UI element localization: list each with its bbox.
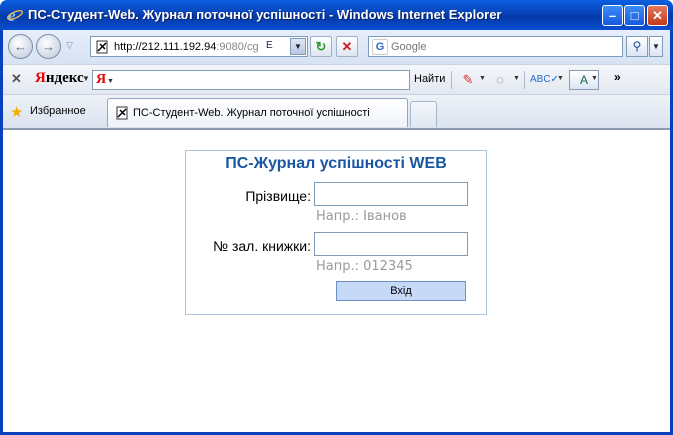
pencil-icon[interactable]: ✎ [459, 71, 477, 89]
recent-pages-chevron-down-icon[interactable]: ▽ [66, 40, 73, 51]
search-options-chevron-down-icon[interactable]: ▼ [649, 36, 663, 57]
page-favicon-icon [96, 40, 108, 54]
record-book-label: № зал. книжки: [213, 238, 311, 254]
google-icon: G [372, 39, 388, 55]
page-favicon-icon [116, 106, 128, 120]
more-tools-icon[interactable]: » [614, 70, 621, 84]
surname-label: Прізвище: [245, 188, 311, 204]
search-button[interactable]: ⚲ [626, 36, 648, 57]
back-button[interactable]: ← [8, 34, 33, 59]
search-box[interactable]: G [368, 36, 623, 57]
page-content: ПС-Журнал успішності WEB Прізвище: Напр.… [3, 128, 670, 432]
toolbar-separator [524, 71, 525, 89]
yandex-ya-icon: Я [96, 72, 107, 87]
search-input[interactable] [391, 39, 619, 54]
internet-explorer-icon: e [6, 6, 24, 24]
login-submit-button[interactable]: Вхід [336, 281, 466, 301]
tab-title: ПС-Студент-Web. Журнал поточної успішнос… [133, 107, 370, 119]
address-url: http://212.111.192.94:9080/cg [114, 41, 259, 53]
login-panel: ПС-Журнал успішності WEB Прізвище: Напр.… [185, 150, 487, 315]
login-title: ПС-Журнал успішності WEB [225, 155, 447, 172]
forward-button[interactable]: → [36, 34, 61, 59]
window-title-bar[interactable]: e ПС-Студент-Web. Журнал поточної успішн… [0, 0, 673, 30]
stop-button[interactable]: ✕ [336, 36, 358, 57]
yandex-logo[interactable]: Яндекс [35, 70, 84, 87]
spellcheck-chevron-down-icon[interactable]: ▼ [557, 75, 564, 82]
surname-input[interactable] [314, 182, 468, 206]
tab-current-page[interactable]: ПС-Студент-Web. Журнал поточної успішнос… [107, 98, 408, 127]
favorites-star-icon[interactable]: ★ [10, 103, 23, 121]
favorites-tab-bar: ★ Избранное ПС-Студент-Web. Журнал поточ… [3, 94, 670, 128]
favorites-button[interactable]: Избранное [30, 105, 86, 117]
bubble-chevron-down-icon[interactable]: ▼ [513, 75, 520, 82]
maximize-button[interactable]: □ [624, 5, 645, 26]
minimize-button[interactable]: – [602, 5, 623, 26]
yandex-menu-chevron-down-icon[interactable]: ▼ [82, 74, 90, 83]
close-toolbar-icon[interactable]: ✕ [11, 71, 22, 87]
address-dropdown-chevron-down-icon[interactable]: ▼ [290, 38, 306, 55]
surname-hint: Напр.: Іванов [316, 209, 407, 224]
record-book-hint: Напр.: 012345 [316, 259, 413, 274]
yandex-search-input[interactable]: Я ▼ [92, 70, 410, 90]
address-toolbar: ← → ▽ http://212.111.192.94:9080/cg E ▼ … [3, 30, 670, 64]
spellcheck-icon[interactable]: ABC✓ [530, 71, 559, 89]
compatibility-view-icon[interactable]: E [266, 40, 273, 51]
address-input[interactable]: http://212.111.192.94:9080/cg E ▼ [90, 36, 308, 57]
translate-chevron-down-icon[interactable]: ▼ [591, 75, 598, 82]
yandex-find-button[interactable]: Найти [414, 73, 445, 85]
toolbar-separator [451, 71, 452, 89]
window-title: ПС-Студент-Web. Журнал поточної успішнос… [28, 7, 502, 22]
yandex-input-chevron-down-icon[interactable]: ▼ [107, 78, 114, 85]
close-window-button[interactable]: ✕ [647, 5, 668, 26]
pencil-chevron-down-icon[interactable]: ▼ [479, 75, 486, 82]
new-tab-button[interactable] [410, 101, 437, 127]
record-book-input[interactable] [314, 232, 468, 256]
refresh-button[interactable]: ↻ [310, 36, 332, 57]
speech-bubble-icon[interactable]: ◌ [491, 71, 509, 89]
yandex-toolbar: ✕ Яндекс ▼ Я ▼ Найти ✎ ▼ ◌ ▼ ABC✓ ▼ A ▼ … [3, 64, 670, 94]
